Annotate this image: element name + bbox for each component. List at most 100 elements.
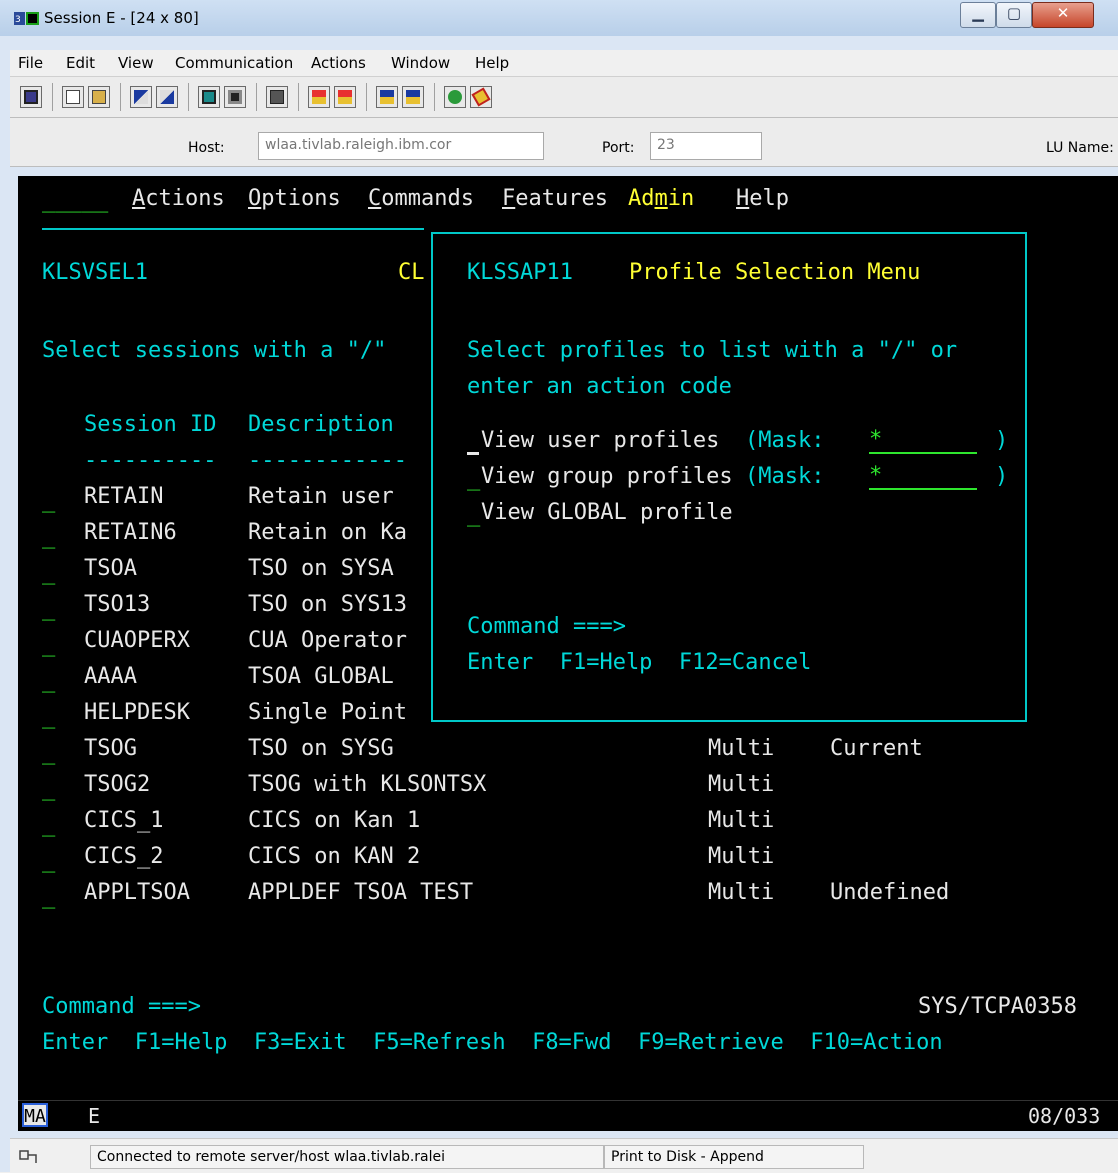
row-select-field[interactable]: _ [42,524,55,550]
user-mask-field[interactable]: * [869,428,977,454]
menu-actions[interactable]: Actions [311,54,366,72]
connection-icon [19,1150,37,1163]
option-global-select[interactable]: _ [467,502,480,528]
session-status: Current [830,736,923,761]
popup-instruction-1: Select profiles to list with a "/" or [467,338,958,363]
option-user-mask-close: ) [995,428,1009,453]
session-id: TSOG2 [84,772,151,797]
row-select-field[interactable]: _ [42,632,55,658]
session-id: CUAOPERX [84,628,190,653]
menu-edit[interactable]: Edit [66,54,95,72]
port-field[interactable]: 23 [650,132,762,160]
col-description-header: Description [248,412,394,437]
connection-status: Connected to remote server/host wlaa.tiv… [90,1145,604,1169]
row-select-field[interactable]: _ [42,776,55,802]
send-file-icon[interactable] [130,86,152,108]
row-select-field[interactable]: _ [42,704,55,730]
option-global-profile[interactable]: View GLOBAL profile [481,500,733,526]
row-select-field[interactable]: _ [42,668,55,694]
display-setup-icon[interactable] [198,86,220,108]
row-select-field[interactable]: _ [42,884,55,910]
color-setup-icon[interactable] [224,86,246,108]
session-status: Undefined [830,880,950,905]
row-select-field[interactable]: _ [42,488,55,514]
minimize-button[interactable]: ▁ [960,2,996,28]
panel-id: KLSVSEL1 [42,260,148,285]
menu-help-term[interactable]: Help [736,186,789,212]
session-id: CICS_2 [84,844,164,869]
menu-actions-term[interactable]: Actions [132,186,225,212]
terminal-screen[interactable]: _____ Actions Options Commands Features … [18,176,1118,1100]
option-group-profiles[interactable]: View group profiles [481,464,733,490]
option-group-mask-close: ) [995,464,1009,489]
maximize-button[interactable]: ▢ [996,2,1032,28]
row-select-field[interactable]: _ [42,848,55,874]
session-description: CUA Operator [248,628,407,653]
menu-commands-term[interactable]: Commands [368,186,474,212]
session-app-icon: 3 [14,12,39,25]
keyboard-map-icon[interactable] [266,86,288,108]
cursor-position: 08/033 [1028,1104,1101,1128]
session-description: TSOG with KLSONTSX [248,772,487,797]
menu-help[interactable]: Help [475,54,509,72]
emulator-window: 3 Session E - [24 x 80] ▁ ▢ ✕ File Edit … [0,0,1118,1173]
popup-instruction-2: enter an action code [467,374,732,399]
popup-fkey-line[interactable]: Enter F1=Help F12=Cancel [467,650,811,676]
host-field[interactable]: wlaa.tivlab.raleigh.ibm.cor [258,132,544,160]
menu-view[interactable]: View [118,54,154,72]
action-bar-input[interactable]: _____ [42,188,108,214]
session-description: APPLDEF TSOA TEST [248,880,474,905]
title-bar[interactable]: 3 Session E - [24 x 80] ▁ ▢ ✕ [0,0,1118,36]
menu-options-term[interactable]: Options [248,186,341,212]
menu-admin-term[interactable]: Admin [628,186,694,212]
col-session-header: Session ID [84,412,217,437]
session-type: Multi [708,880,775,905]
close-button[interactable]: ✕ [1032,2,1094,28]
session-description: TSO on SYSG [248,736,394,761]
host-bar: Host: wlaa.tivlab.raleigh.ibm.cor Port: … [10,118,1118,167]
command-label: Command ===> [42,994,201,1019]
instruction-text: Select sessions with a "/" [42,338,387,363]
macro-pause-icon[interactable] [402,86,424,108]
copy-icon[interactable] [62,86,84,108]
option-group-select[interactable]: _ [467,466,480,492]
col-session-rule: ---------- [84,448,217,473]
close-icon: ✕ [1056,4,1070,22]
session-description: TSOA GLOBAL [248,664,394,689]
macro-record-icon[interactable] [308,86,330,108]
minimize-icon: ▁ [972,4,984,22]
popup-panel-id: KLSSAP11 [467,260,573,285]
panel-right-code: CL [398,260,425,285]
row-select-field[interactable]: _ [42,740,55,766]
menu-file[interactable]: File [18,54,43,72]
option-user-profiles[interactable]: View user profiles [481,428,719,454]
menu-communication[interactable]: Communication [175,54,293,72]
session-description: CICS on Kan 1 [248,808,421,833]
menu-features-term[interactable]: Features [502,186,608,212]
fkey-line[interactable]: Enter F1=Help F3=Exit F5=Refresh F8=Fwd … [42,1030,943,1056]
group-mask-field[interactable]: * [869,464,977,490]
paste-icon[interactable] [88,86,110,108]
session-type: Multi [708,808,775,833]
session-type: Multi [708,736,775,761]
port-label: Port: [602,140,635,156]
window-title: Session E - [24 x 80] [44,9,199,27]
print-screen-icon[interactable] [20,86,42,108]
session-id: TSOA [84,556,137,581]
col-description-rule: ------------ [248,448,407,473]
receive-file-icon[interactable] [156,86,178,108]
session-description: Single Point [248,700,407,725]
session-id: TSO13 [84,592,151,617]
option-group-mask-label: (Mask: [745,464,825,489]
macro-play-icon[interactable] [376,86,398,108]
menu-window[interactable]: Window [391,54,450,72]
row-select-field[interactable]: _ [42,560,55,586]
macro-stop-icon[interactable] [334,86,356,108]
svg-text:3: 3 [15,15,21,25]
system-id: SYS/TCPA0358 [918,994,1077,1019]
row-select-field[interactable]: _ [42,596,55,622]
session-type: Multi [708,844,775,869]
quick-connect-icon[interactable] [470,86,492,108]
globe-icon[interactable] [444,86,466,108]
row-select-field[interactable]: _ [42,812,55,838]
